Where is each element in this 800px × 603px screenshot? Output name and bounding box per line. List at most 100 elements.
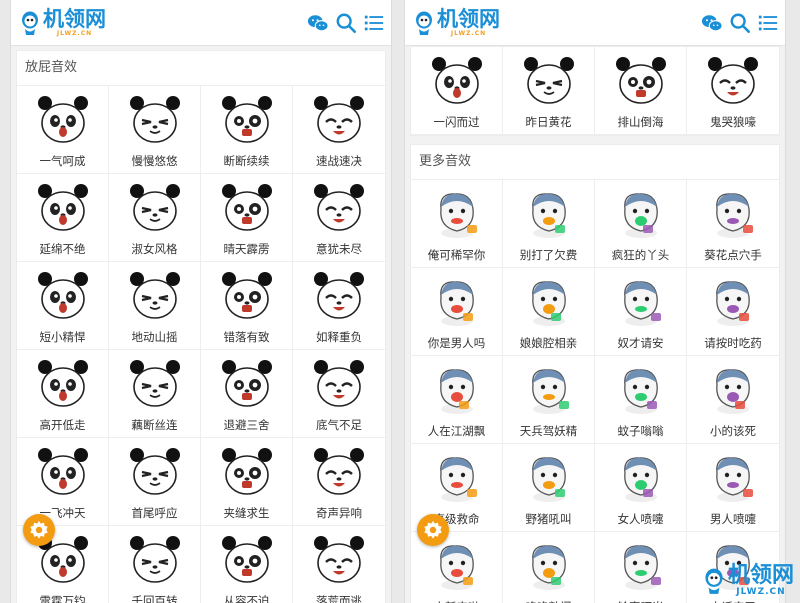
sound-item[interactable]: 葵花点穴手 [687,180,779,268]
logo-subtext: JLWZ.CN [56,29,93,37]
sound-item[interactable]: 疯狂的丫头 [595,180,687,268]
site-logo[interactable]: 机领网 JLWZ.CN [413,8,500,37]
cartoon-sticker-icon [705,361,761,417]
sound-item[interactable]: 昨日黄花 [503,47,595,135]
content-scroll[interactable]: 放屁音效 一气呵成 慢慢悠悠 断断续续 速战速决 延绵不绝 淑女风格 晴天霹雳 意犹未尽 短小精… [11,46,391,603]
menu-list-icon[interactable] [363,12,385,34]
wechat-icon[interactable] [701,12,723,34]
sound-item[interactable]: 野猪吼叫 [503,444,595,532]
sound-item-label: 一气呵成 [39,154,86,168]
sound-item-label: 电话来了 [710,599,756,603]
sound-item-label: 地动山摇 [131,330,178,344]
sound-grid: 俺可稀罕你 别打了欠费 疯狂的丫头 葵花点穴手你是男人吗 娘娘腔相亲 奴才请安 请按时吃药人… [411,180,779,603]
sound-item[interactable]: 延绵不绝 [17,174,109,262]
sound-item[interactable]: 速战速决 [293,86,385,174]
sound-item-label: 高开低走 [39,418,86,432]
sound-item[interactable]: 藕断丝连 [109,350,201,438]
panda-sticker-icon [311,355,367,411]
mascot-icon [705,568,723,594]
panda-sticker-icon [127,443,183,499]
sound-item[interactable]: 千回百转 [109,526,201,603]
sound-item[interactable]: 咚咚敲门 [503,532,595,603]
sound-item[interactable]: 淑女风格 [109,174,201,262]
panda-sticker-icon [127,91,183,147]
fart-sound-section: 放屁音效 一气呵成 慢慢悠悠 断断续续 速战速决 延绵不绝 淑女风格 晴天霹雳 意犹未尽 短小精… [16,50,386,603]
sound-item[interactable]: 短小精悍 [17,262,109,350]
sound-item-label: 千回百转 [131,594,178,603]
sound-item-label: 葵花点穴手 [704,248,762,262]
sound-item[interactable]: 夹缝求生 [201,438,293,526]
sound-item[interactable]: 一闪而过 [411,47,503,135]
sound-item[interactable]: 人在江湖飘 [411,356,503,444]
sound-item[interactable]: 一气呵成 [17,86,109,174]
sound-item[interactable]: 慢慢悠悠 [109,86,201,174]
menu-list-icon[interactable] [757,12,779,34]
sound-item-label: 你是男人吗 [427,336,486,350]
sound-item-label: 短小精悍 [39,330,86,344]
sound-item[interactable]: 意犹未尽 [293,174,385,262]
sound-item[interactable]: 首尾呼应 [109,438,201,526]
search-icon[interactable] [729,12,751,34]
sound-item[interactable]: 奴才请安 [595,268,687,356]
sound-item-label: 退避三舍 [223,418,270,432]
sound-item[interactable]: 奇声异响 [293,438,385,526]
settings-button[interactable] [417,514,449,546]
sound-item[interactable]: 晴天霹雳 [201,174,293,262]
search-icon[interactable] [335,12,357,34]
panda-sticker-icon [127,355,183,411]
sound-item[interactable]: 男人喷嚏 [687,444,779,532]
top-bar: 机领网 JLWZ.CN [11,0,391,46]
sound-item-label: 落荒而逃 [316,594,362,603]
sound-item-label: 鬼哭狼嚎 [710,115,756,129]
sound-item-label: 排山倒海 [617,115,664,129]
sound-item-label: 天兵驾妖精 [519,424,578,438]
sound-item[interactable]: 女人喷嚏 [595,444,687,532]
sound-item[interactable]: 断断续续 [201,86,293,174]
sound-item[interactable]: 你是男人吗 [411,268,503,356]
sound-item-label: 女人喷嚏 [617,512,664,526]
panda-sticker-icon [521,52,577,108]
wechat-icon[interactable] [307,12,329,34]
sound-item[interactable]: 如释重负 [293,262,385,350]
sound-item-label: 请按时吃药 [704,336,762,350]
sound-item[interactable]: 退避三舍 [201,350,293,438]
sound-item[interactable]: 别打了欠费 [503,180,595,268]
watermark: 机领网 JLWZ.CN [702,565,794,597]
cartoon-sticker-icon [613,449,669,505]
cartoon-sticker-icon [705,449,761,505]
panda-sticker-icon [219,355,275,411]
sound-item[interactable]: 地动山摇 [109,262,201,350]
content-scroll[interactable]: 一闪而过 昨日黄花 排山倒海 鬼哭狼嚎 更多音效 俺可稀罕你 别打了欠费 疯狂的丫头 葵花点… [405,46,785,603]
phone-screen-left: 机领网 JLWZ.CN 放屁音效 一气呵成 慢慢悠悠 断断续续 速战速决 延绵不… [11,0,391,603]
site-logo[interactable]: 机领网 JLWZ.CN [19,6,106,37]
settings-button[interactable] [23,514,55,546]
sound-item-label: 从容不迫 [223,594,270,603]
sound-item-label: 娘娘腔相亲 [519,336,578,350]
sound-item[interactable]: 错落有致 [201,262,293,350]
panda-sticker-icon [311,91,367,147]
sound-item-label: 如释重负 [316,330,362,344]
sound-item[interactable]: 请按时吃药 [687,268,779,356]
sound-item[interactable]: 小的该死 [687,356,779,444]
sound-item[interactable]: 蚊子嗡嗡 [595,356,687,444]
panda-sticker-icon [35,267,91,323]
sound-item[interactable]: 落荒而逃 [293,526,385,603]
top-bar: 机领网 JLWZ.CN [405,0,785,46]
panda-sticker-icon [311,531,367,587]
sound-item-label: 雷霆万钧 [39,594,86,603]
sound-item[interactable]: 鬼哭狼嚎 [687,47,779,135]
sound-item-label: 错落有致 [223,330,270,344]
sound-item[interactable]: 天兵驾妖精 [503,356,595,444]
sound-item[interactable]: 娘娘腔相亲 [503,268,595,356]
sound-item[interactable]: 排山倒海 [595,47,687,135]
sound-item-label: 淑女风格 [131,242,178,256]
mascot-icon [416,11,432,35]
sound-item[interactable]: 一飞冲天 [17,438,109,526]
sound-item[interactable]: 底气不足 [293,350,385,438]
panda-sticker-icon [127,179,183,235]
sound-item[interactable]: 高开低走 [17,350,109,438]
sound-item[interactable]: 铃声叮当 [595,532,687,603]
sound-item[interactable]: 俺可稀罕你 [411,180,503,268]
sound-item[interactable]: 从容不迫 [201,526,293,603]
logo-text: 机领网 [43,6,106,31]
